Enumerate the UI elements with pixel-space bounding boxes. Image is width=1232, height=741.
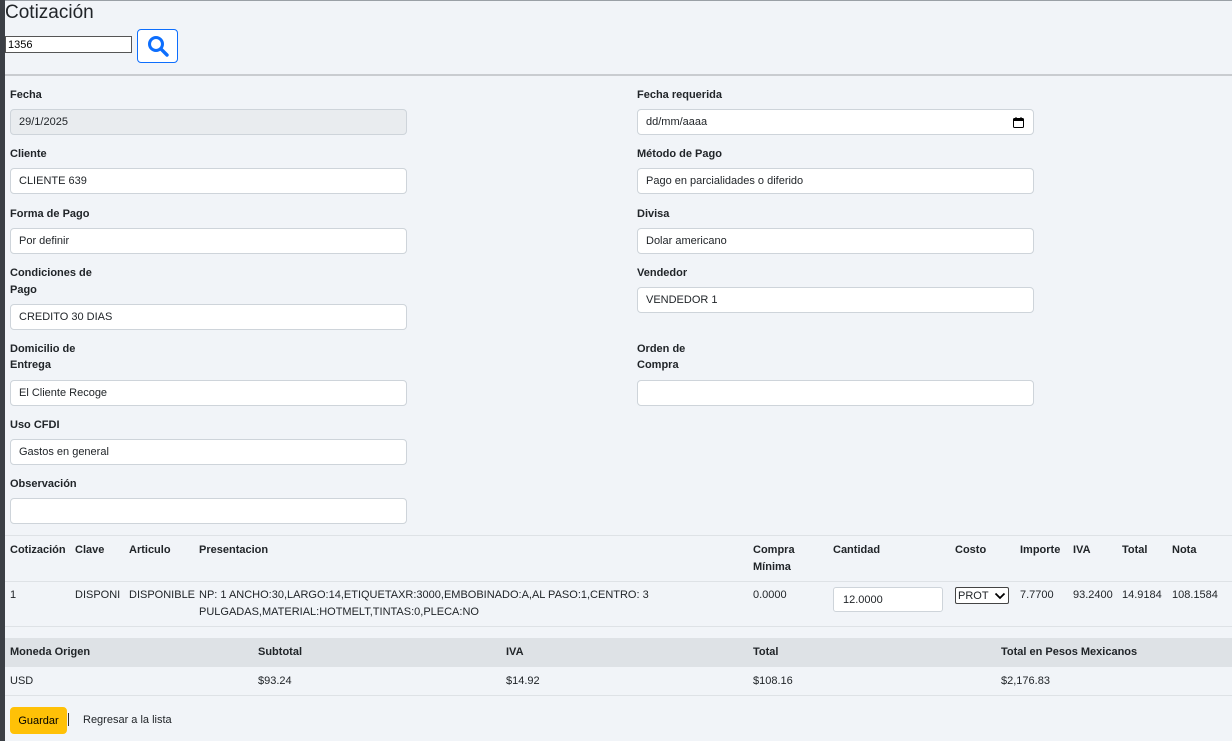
vendedor-label: Vendedor xyxy=(637,267,688,279)
th-costo: Costo xyxy=(955,544,987,556)
cell-presentacion-line2: PULGADAS,MATERIAL:HOTMELT,TINTAS:0,PLECA… xyxy=(199,606,479,618)
cliente-label: Cliente xyxy=(10,148,47,160)
top-border xyxy=(5,0,1232,1)
left-edge-bar xyxy=(0,0,5,741)
totals-bottom-border xyxy=(5,695,1232,696)
action-separator xyxy=(68,713,69,726)
th-totals-iva: IVA xyxy=(506,646,524,658)
domicilio-entrega-value: El Cliente Recoge xyxy=(19,387,108,399)
vendedor-field[interactable]: VENDEDOR 1 xyxy=(637,287,1034,313)
cantidad-input[interactable]: 12.0000 xyxy=(833,587,943,612)
search-input[interactable] xyxy=(5,36,132,53)
metodo-pago-field[interactable]: Pago en parcialidades o diferido xyxy=(637,168,1034,194)
search-icon xyxy=(147,36,169,57)
condiciones-pago-label-line1: Condiciones de xyxy=(10,267,92,279)
cell-iva: 93.2400 xyxy=(1073,589,1113,601)
th-subtotal: Subtotal xyxy=(258,646,302,658)
th-cotizacion: Cotización xyxy=(10,544,66,556)
fecha-requerida-field[interactable]: dd/mm/aaaa xyxy=(637,109,1034,135)
vendedor-value: VENDEDOR 1 xyxy=(646,294,718,306)
th-cantidad: Cantidad xyxy=(833,544,881,556)
th-nota: Nota xyxy=(1172,544,1197,556)
cell-presentacion-line1: NP: 1 ANCHO:30,LARGO:14,ETIQUETAXR:3000,… xyxy=(199,589,649,601)
cell-compra-minima: 0.0000 xyxy=(753,589,787,601)
save-button[interactable]: Guardar xyxy=(10,707,67,734)
cell-total: 14.9184 xyxy=(1122,589,1162,601)
metodo-pago-value: Pago en parcialidades o diferido xyxy=(646,175,804,187)
moneda-origen-value: USD xyxy=(10,675,34,687)
total-mxn-value: $2,176.83 xyxy=(1001,675,1050,687)
th-compra-minima-line1: Compra xyxy=(753,544,795,556)
costo-select[interactable]: PROT xyxy=(955,587,1009,604)
th-total: Total xyxy=(1122,544,1148,556)
chevron-down-icon xyxy=(994,592,1006,599)
th-presentacion: Presentacion xyxy=(199,544,269,556)
cliente-field[interactable]: CLIENTE 639 xyxy=(10,168,407,194)
observacion-field[interactable] xyxy=(10,498,407,524)
th-moneda-origen: Moneda Origen xyxy=(10,646,91,658)
uso-cfdi-label: Uso CFDI xyxy=(10,419,60,431)
cell-clave: DISPONI xyxy=(75,589,121,601)
items-table-header-border xyxy=(5,581,1232,582)
th-articulo: Articulo xyxy=(129,544,171,556)
th-totals-total: Total xyxy=(753,646,779,658)
items-table-top-border xyxy=(5,535,1232,536)
condiciones-pago-field[interactable]: CREDITO 30 DIAS xyxy=(10,304,407,330)
divisa-value: Dolar americano xyxy=(646,235,727,247)
domicilio-entrega-label-line2: Entrega xyxy=(10,359,51,371)
cell-nota: 108.1584 xyxy=(1172,589,1218,601)
observacion-label: Observación xyxy=(10,478,77,490)
search-button[interactable] xyxy=(137,29,178,63)
condiciones-pago-label-line2: Pago xyxy=(10,284,37,296)
fecha-requerida-label: Fecha requerida xyxy=(637,89,722,101)
th-total-mxn: Total en Pesos Mexicanos xyxy=(1001,646,1138,658)
forma-pago-label: Forma de Pago xyxy=(10,208,90,220)
subtotal-value: $93.24 xyxy=(258,675,292,687)
cell-importe: 7.7700 xyxy=(1020,589,1054,601)
divisa-field[interactable]: Dolar americano xyxy=(637,228,1034,254)
cell-articulo: DISPONIBLE xyxy=(129,589,196,601)
page-title: Cotización xyxy=(5,2,94,23)
condiciones-pago-value: CREDITO 30 DIAS xyxy=(19,311,113,323)
orden-compra-label-line2: Compra xyxy=(637,359,679,371)
th-compra-minima-line2: Mínima xyxy=(753,561,791,573)
uso-cfdi-value: Gastos en general xyxy=(19,446,109,458)
total-value: $108.16 xyxy=(753,675,793,687)
th-clave: Clave xyxy=(75,544,105,556)
costo-selected-value: PROT xyxy=(958,589,989,602)
domicilio-entrega-label-line1: Domicilio de xyxy=(10,343,76,355)
forma-pago-field[interactable]: Por definir xyxy=(10,228,407,254)
domicilio-entrega-field[interactable]: El Cliente Recoge xyxy=(10,380,407,406)
metodo-pago-label: Método de Pago xyxy=(637,148,722,160)
back-to-list-link[interactable]: Regresar a la lista xyxy=(83,712,172,729)
forma-pago-value: Por definir xyxy=(19,235,70,247)
uso-cfdi-field[interactable]: Gastos en general xyxy=(10,439,407,465)
divisa-label: Divisa xyxy=(637,208,670,220)
cantidad-value: 12.0000 xyxy=(843,593,883,606)
iva-total-value: $14.92 xyxy=(506,675,540,687)
items-table-bottom-border xyxy=(5,626,1232,627)
calendar-icon[interactable] xyxy=(1013,117,1024,128)
fecha-value: 29/1/2025 xyxy=(19,116,68,128)
th-iva: IVA xyxy=(1073,544,1091,556)
orden-compra-field[interactable] xyxy=(637,380,1034,406)
cell-cotizacion: 1 xyxy=(10,589,17,601)
fecha-requerida-placeholder: dd/mm/aaaa xyxy=(646,116,708,128)
fecha-field: 29/1/2025 xyxy=(10,109,407,135)
th-importe: Importe xyxy=(1020,544,1061,556)
cliente-value: CLIENTE 639 xyxy=(19,175,87,187)
header-divider xyxy=(5,74,1232,76)
orden-compra-label-line1: Orden de xyxy=(637,343,686,355)
fecha-label: Fecha xyxy=(10,89,42,101)
